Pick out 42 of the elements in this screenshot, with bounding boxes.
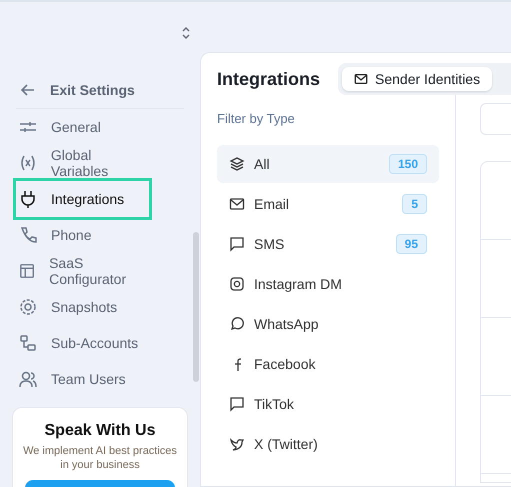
sidebar-item[interactable]: SaaS Configurator — [13, 253, 152, 289]
chevron-updown-icon[interactable] — [181, 26, 191, 40]
envelope-icon — [354, 72, 368, 86]
sidebar-item[interactable]: Snapshots — [13, 289, 152, 325]
sidebar-item[interactable]: General — [13, 109, 152, 145]
sidebar-item[interactable]: Sub-Accounts — [13, 325, 152, 361]
chat-bubble-icon — [229, 396, 245, 412]
layers-icon — [229, 156, 245, 172]
filter-item[interactable]: Facebook — [217, 345, 439, 383]
filter-item[interactable]: All 150 — [217, 145, 439, 183]
promo-title: Speak With Us — [44, 422, 156, 440]
filter-item[interactable]: WhatsApp — [217, 305, 439, 343]
sidebar-item[interactable]: Integrations — [13, 178, 152, 220]
envelope-icon — [229, 196, 245, 212]
nodes-icon — [19, 334, 37, 352]
input-field[interactable] — [480, 103, 511, 135]
filter-item[interactable]: TikTok — [217, 385, 439, 423]
tab[interactable]: Sender Identities — [342, 67, 492, 91]
filter-item[interactable]: Instagram DM — [217, 265, 439, 303]
count-badge: 150 — [388, 154, 427, 174]
arrow-left-icon — [20, 82, 36, 98]
sidebar-item[interactable]: Global Variables — [13, 145, 152, 181]
instagram-icon — [229, 276, 245, 292]
chat-bubble-icon — [229, 236, 245, 252]
layout-icon — [19, 262, 36, 280]
sidebar-item[interactable]: Phone — [13, 217, 152, 253]
promo-text: We implement AI best practices in your business — [22, 444, 178, 472]
variable-icon — [19, 154, 37, 172]
users-icon — [19, 370, 37, 388]
sidebar-item[interactable]: Team Users — [13, 361, 152, 397]
filter-item[interactable]: SMS 95 — [217, 225, 439, 263]
count-badge: 5 — [402, 194, 427, 214]
whatsapp-icon — [229, 316, 245, 332]
filter-heading: Filter by Type — [217, 111, 296, 126]
exit-settings-link[interactable]: Exit Settings — [16, 72, 184, 109]
page-title: Integrations — [217, 68, 320, 90]
bird-icon — [229, 436, 245, 452]
plug-icon — [19, 190, 37, 208]
filter-item[interactable]: Email 5 — [217, 185, 439, 223]
filter-item[interactable]: X (Twitter) — [217, 425, 439, 463]
phone-icon — [19, 226, 37, 244]
count-badge: 95 — [396, 234, 427, 254]
